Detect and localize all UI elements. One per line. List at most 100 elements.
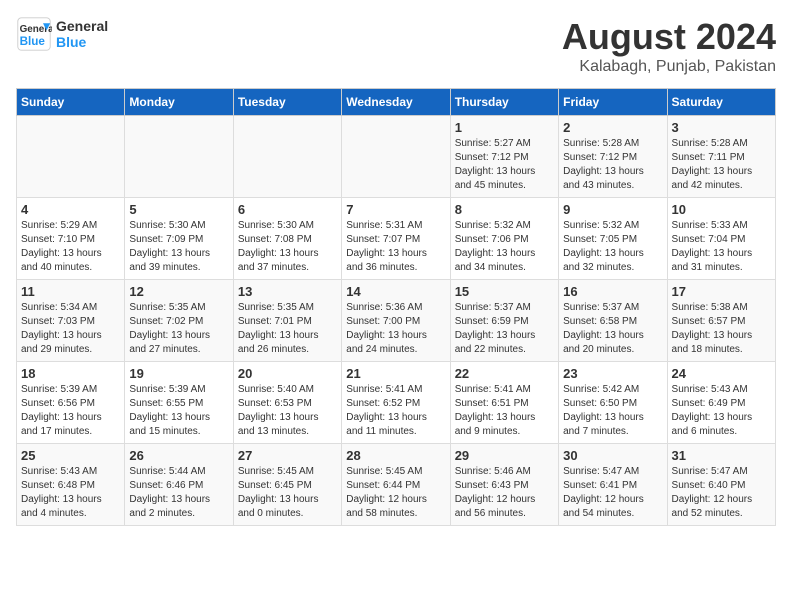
header-thursday: Thursday	[450, 89, 558, 116]
day-number: 7	[346, 202, 445, 217]
day-number: 1	[455, 120, 554, 135]
day-content: Sunrise: 5:43 AM Sunset: 6:49 PM Dayligh…	[672, 383, 771, 439]
calendar-cell	[342, 116, 450, 198]
day-content: Sunrise: 5:32 AM Sunset: 7:06 PM Dayligh…	[455, 219, 554, 275]
day-number: 21	[346, 366, 445, 381]
calendar-cell: 31Sunrise: 5:47 AM Sunset: 6:40 PM Dayli…	[667, 444, 775, 526]
day-content: Sunrise: 5:38 AM Sunset: 6:57 PM Dayligh…	[672, 301, 771, 357]
calendar-cell: 1 Sunrise: 5:27 AM Sunset: 7:12 PM Daylig…	[450, 116, 558, 198]
logo-icon: General Blue	[16, 16, 52, 52]
day-content: Sunrise: 5:30 AM Sunset: 7:08 PM Dayligh…	[238, 219, 337, 275]
calendar-cell: 26Sunrise: 5:44 AM Sunset: 6:46 PM Dayli…	[125, 444, 233, 526]
day-content: Sunrise: 5:42 AM Sunset: 6:50 PM Dayligh…	[563, 383, 662, 439]
calendar-cell: 23 Sunrise: 5:42 AM Sunset: 6:50 PM Dayli…	[559, 362, 667, 444]
day-number: 11	[21, 284, 120, 299]
calendar-cell: 6Sunrise: 5:30 AM Sunset: 7:08 PM Daylig…	[233, 198, 341, 280]
day-number: 24	[672, 366, 771, 381]
calendar-cell: 12 Sunrise: 5:35 AM Sunset: 7:02 PM Dayli…	[125, 280, 233, 362]
calendar-cell: 29 Sunrise: 5:46 AM Sunset: 6:43 PM Dayli…	[450, 444, 558, 526]
calendar-cell: 25Sunrise: 5:43 AM Sunset: 6:48 PM Dayli…	[17, 444, 125, 526]
day-number: 27	[238, 448, 337, 463]
day-number: 29	[455, 448, 554, 463]
calendar-cell: 11 Sunrise: 5:34 AM Sunset: 7:03 PM Dayli…	[17, 280, 125, 362]
day-number: 17	[672, 284, 771, 299]
header-saturday: Saturday	[667, 89, 775, 116]
day-number: 18	[21, 366, 120, 381]
calendar-cell: 15Sunrise: 5:37 AM Sunset: 6:59 PM Dayli…	[450, 280, 558, 362]
calendar-cell: 19Sunrise: 5:39 AM Sunset: 6:55 PM Dayli…	[125, 362, 233, 444]
day-content: Sunrise: 5:37 AM Sunset: 6:58 PM Dayligh…	[563, 301, 662, 357]
calendar-cell: 22Sunrise: 5:41 AM Sunset: 6:51 PM Dayli…	[450, 362, 558, 444]
calendar-cell: 18 Sunrise: 5:39 AM Sunset: 6:56 PM Dayli…	[17, 362, 125, 444]
day-number: 8	[455, 202, 554, 217]
calendar-cell: 2 Sunrise: 5:28 AM Sunset: 7:12 PM Daylig…	[559, 116, 667, 198]
day-content: Sunrise: 5:30 AM Sunset: 7:09 PM Dayligh…	[129, 219, 228, 275]
day-content: Sunrise: 5:35 AM Sunset: 7:02 PM Dayligh…	[129, 301, 228, 357]
day-number: 2	[563, 120, 662, 135]
day-content: Sunrise: 5:31 AM Sunset: 7:07 PM Dayligh…	[346, 219, 445, 275]
calendar-cell: 4 Sunrise: 5:29 AM Sunset: 7:10 PM Daylig…	[17, 198, 125, 280]
day-number: 4	[21, 202, 120, 217]
page-header: General Blue General Blue August 2024 Ka…	[16, 16, 776, 76]
day-number: 5	[129, 202, 228, 217]
day-content: Sunrise: 5:41 AM Sunset: 6:52 PM Dayligh…	[346, 383, 445, 439]
day-content: Sunrise: 5:39 AM Sunset: 6:56 PM Dayligh…	[21, 383, 120, 439]
calendar-cell: 17 Sunrise: 5:38 AM Sunset: 6:57 PM Dayli…	[667, 280, 775, 362]
day-number: 9	[563, 202, 662, 217]
day-content: Sunrise: 5:47 AM Sunset: 6:41 PM Dayligh…	[563, 465, 662, 521]
calendar-cell	[125, 116, 233, 198]
calendar-cell: 30Sunrise: 5:47 AM Sunset: 6:41 PM Dayli…	[559, 444, 667, 526]
calendar-cell: 20 Sunrise: 5:40 AM Sunset: 6:53 PM Dayli…	[233, 362, 341, 444]
day-content: Sunrise: 5:37 AM Sunset: 6:59 PM Dayligh…	[455, 301, 554, 357]
header-tuesday: Tuesday	[233, 89, 341, 116]
calendar-cell	[233, 116, 341, 198]
day-number: 20	[238, 366, 337, 381]
day-number: 12	[129, 284, 228, 299]
calendar-cell: 16 Sunrise: 5:37 AM Sunset: 6:58 PM Dayli…	[559, 280, 667, 362]
title-area: August 2024 Kalabagh, Punjab, Pakistan	[562, 16, 776, 76]
calendar-cell: 27 Sunrise: 5:45 AM Sunset: 6:45 PM Dayli…	[233, 444, 341, 526]
day-content: Sunrise: 5:45 AM Sunset: 6:44 PM Dayligh…	[346, 465, 445, 521]
day-content: Sunrise: 5:33 AM Sunset: 7:04 PM Dayligh…	[672, 219, 771, 275]
header-monday: Monday	[125, 89, 233, 116]
calendar-table: SundayMondayTuesdayWednesdayThursdayFrid…	[16, 88, 776, 526]
header-sunday: Sunday	[17, 89, 125, 116]
day-content: Sunrise: 5:47 AM Sunset: 6:40 PM Dayligh…	[672, 465, 771, 521]
calendar-cell: 5 Sunrise: 5:30 AM Sunset: 7:09 PM Daylig…	[125, 198, 233, 280]
calendar-cell: 13 Sunrise: 5:35 AM Sunset: 7:01 PM Dayli…	[233, 280, 341, 362]
day-content: Sunrise: 5:29 AM Sunset: 7:10 PM Dayligh…	[21, 219, 120, 275]
day-content: Sunrise: 5:34 AM Sunset: 7:03 PM Dayligh…	[21, 301, 120, 357]
day-content: Sunrise: 5:41 AM Sunset: 6:51 PM Dayligh…	[455, 383, 554, 439]
calendar-cell: 8 Sunrise: 5:32 AM Sunset: 7:06 PM Daylig…	[450, 198, 558, 280]
day-number: 23	[563, 366, 662, 381]
calendar-header-row: SundayMondayTuesdayWednesdayThursdayFrid…	[17, 89, 776, 116]
calendar-cell: 28 Sunrise: 5:45 AM Sunset: 6:44 PM Dayli…	[342, 444, 450, 526]
day-number: 25	[21, 448, 120, 463]
day-content: Sunrise: 5:36 AM Sunset: 7:00 PM Dayligh…	[346, 301, 445, 357]
day-content: Sunrise: 5:40 AM Sunset: 6:53 PM Dayligh…	[238, 383, 337, 439]
day-number: 16	[563, 284, 662, 299]
day-content: Sunrise: 5:35 AM Sunset: 7:01 PM Dayligh…	[238, 301, 337, 357]
day-content: Sunrise: 5:28 AM Sunset: 7:12 PM Dayligh…	[563, 137, 662, 193]
calendar-cell: 9Sunrise: 5:32 AM Sunset: 7:05 PM Daylig…	[559, 198, 667, 280]
calendar-week-1: 1 Sunrise: 5:27 AM Sunset: 7:12 PM Daylig…	[17, 116, 776, 198]
day-content: Sunrise: 5:45 AM Sunset: 6:45 PM Dayligh…	[238, 465, 337, 521]
calendar-week-2: 4 Sunrise: 5:29 AM Sunset: 7:10 PM Daylig…	[17, 198, 776, 280]
day-content: Sunrise: 5:27 AM Sunset: 7:12 PM Dayligh…	[455, 137, 554, 193]
calendar-cell	[17, 116, 125, 198]
day-content: Sunrise: 5:46 AM Sunset: 6:43 PM Dayligh…	[455, 465, 554, 521]
logo-text: General Blue	[56, 18, 108, 50]
calendar-cell: 10 Sunrise: 5:33 AM Sunset: 7:04 PM Dayli…	[667, 198, 775, 280]
calendar-week-3: 11 Sunrise: 5:34 AM Sunset: 7:03 PM Dayli…	[17, 280, 776, 362]
day-content: Sunrise: 5:44 AM Sunset: 6:46 PM Dayligh…	[129, 465, 228, 521]
logo: General Blue General Blue	[16, 16, 108, 52]
day-number: 13	[238, 284, 337, 299]
day-number: 19	[129, 366, 228, 381]
calendar-cell: 7 Sunrise: 5:31 AM Sunset: 7:07 PM Daylig…	[342, 198, 450, 280]
calendar-cell: 14Sunrise: 5:36 AM Sunset: 7:00 PM Dayli…	[342, 280, 450, 362]
day-number: 28	[346, 448, 445, 463]
location-subtitle: Kalabagh, Punjab, Pakistan	[562, 58, 776, 76]
day-number: 10	[672, 202, 771, 217]
calendar-week-5: 25Sunrise: 5:43 AM Sunset: 6:48 PM Dayli…	[17, 444, 776, 526]
calendar-week-4: 18 Sunrise: 5:39 AM Sunset: 6:56 PM Dayli…	[17, 362, 776, 444]
